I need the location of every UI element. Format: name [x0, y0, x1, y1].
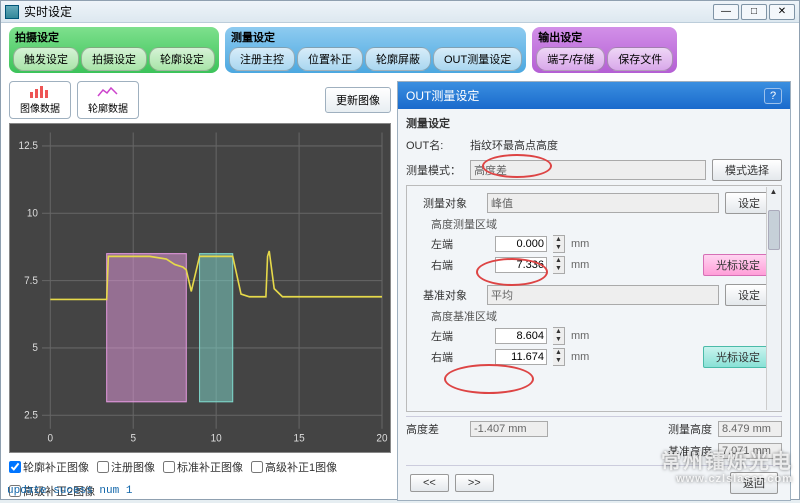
btn-image-data[interactable]: 图像数据	[9, 81, 71, 119]
btn-reg-master[interactable]: 注册主控	[229, 47, 295, 71]
help-button[interactable]: ?	[764, 88, 782, 104]
unit: mm	[571, 259, 589, 271]
mode-select-button[interactable]: 模式选择	[712, 159, 782, 181]
status-text: update sucess num 1	[7, 485, 132, 497]
chart-area: 2.5 5 7.5 10 12.5 0 5 10 15 20	[9, 123, 391, 453]
ribbon-title-output: 输出设定	[532, 29, 677, 47]
btn-profile-data[interactable]: 轮廓数据	[77, 81, 139, 119]
target-value: 峰值	[487, 193, 719, 213]
spin[interactable]: ▲▼	[553, 235, 565, 253]
ribbon-group-capture: 拍摄设定 触发设定 拍摄设定 轮廓设定	[9, 27, 219, 73]
diff-value: -1.407 mm	[470, 421, 548, 437]
unit: mm	[571, 238, 589, 250]
meas-set-label: 测量设定	[406, 115, 782, 131]
linechart-icon	[97, 85, 119, 99]
btn-save-file[interactable]: 保存文件	[607, 47, 673, 71]
target-area-label: 高度测量区域	[431, 216, 497, 232]
spin[interactable]: ▲▼	[553, 327, 565, 345]
section-title-text: OUT测量设定	[406, 87, 479, 104]
close-button[interactable]: ✕	[769, 4, 795, 20]
maximize-button[interactable]: □	[741, 4, 767, 20]
base-left-input[interactable]	[495, 328, 547, 344]
svg-text:5: 5	[32, 343, 38, 354]
btn-image-data-label: 图像数据	[20, 100, 60, 115]
cursor-set-pink[interactable]: 光标设定	[703, 254, 773, 276]
target-label: 测量对象	[423, 195, 481, 211]
svg-text:10: 10	[211, 433, 222, 444]
btn-out-measure[interactable]: OUT测量设定	[433, 47, 522, 71]
titlebar: 实时设定 — □ ✕	[1, 1, 799, 23]
target-left-input[interactable]	[495, 236, 547, 252]
window-title: 实时设定	[24, 3, 72, 20]
mode-label: 测量模式：	[406, 162, 464, 178]
section-title: OUT测量设定 ?	[398, 82, 790, 109]
next-button[interactable]: >>	[455, 474, 494, 492]
target-left-lbl: 左端	[431, 236, 489, 252]
chk-reg-image[interactable]: 注册图像	[97, 459, 155, 475]
base-area-label: 高度基准区域	[431, 308, 497, 324]
app-icon	[5, 5, 19, 19]
btn-capture-set[interactable]: 拍摄设定	[81, 47, 147, 71]
ribbon-title-capture: 拍摄设定	[9, 29, 219, 47]
base-left-lbl: 左端	[431, 328, 489, 344]
btn-profile-set[interactable]: 轮廓设定	[149, 47, 215, 71]
svg-text:15: 15	[294, 433, 305, 444]
prev-button[interactable]: <<	[410, 474, 449, 492]
btn-profile-mask[interactable]: 轮廓屏蔽	[365, 47, 431, 71]
chk-std-correct[interactable]: 标准补正图像	[163, 459, 243, 475]
spin[interactable]: ▲▼	[553, 348, 565, 366]
meas-h-label: 测量高度	[668, 421, 712, 437]
base-value: 平均	[487, 285, 719, 305]
svg-text:20: 20	[376, 433, 387, 444]
base-h-label: 基准高度	[668, 443, 712, 459]
back-button[interactable]: 返回	[730, 472, 778, 494]
diff-label: 高度差	[406, 421, 464, 437]
minimize-button[interactable]: —	[713, 4, 739, 20]
spin[interactable]: ▲▼	[553, 256, 565, 274]
chk-adv1[interactable]: 高级补正1图像	[251, 459, 337, 475]
btn-terminal[interactable]: 端子/存储	[536, 47, 605, 71]
base-h-value: 7.071 mm	[718, 443, 782, 459]
mode-value: 高度差	[470, 160, 706, 180]
btn-profile-data-label: 轮廓数据	[88, 100, 128, 115]
out-name-value: 指纹环最高点高度	[470, 137, 558, 153]
meas-h-value: 8.479 mm	[718, 421, 782, 437]
chk-profile-correct[interactable]: 轮廓补正图像	[9, 459, 89, 475]
svg-text:5: 5	[130, 433, 136, 444]
ribbon-title-measure: 测量设定	[225, 29, 526, 47]
svg-text:0: 0	[48, 433, 54, 444]
ribbon-group-measure: 测量设定 注册主控 位置补正 轮廓屏蔽 OUT测量设定	[225, 27, 526, 73]
out-name-label: OUT名:	[406, 137, 464, 153]
target-right-lbl: 右端	[431, 257, 489, 273]
svg-text:12.5: 12.5	[19, 141, 39, 152]
btn-update-image[interactable]: 更新图像	[325, 87, 391, 113]
btn-trigger-set[interactable]: 触发设定	[13, 47, 79, 71]
params-scroll: 测量对象 峰值 设定 高度测量区域 左端 ▲▼ mm 右端 ▲▼	[406, 185, 782, 412]
barchart-icon	[29, 85, 51, 99]
unit: mm	[571, 351, 589, 363]
svg-text:2.5: 2.5	[24, 410, 38, 421]
cursor-set-aqua[interactable]: 光标设定	[703, 346, 773, 368]
ribbon-group-output: 输出设定 端子/存储 保存文件	[532, 27, 677, 73]
base-right-lbl: 右端	[431, 349, 489, 365]
btn-pos-correct[interactable]: 位置补正	[297, 47, 363, 71]
unit: mm	[571, 330, 589, 342]
svg-text:10: 10	[27, 208, 38, 219]
base-label: 基准对象	[423, 287, 481, 303]
base-right-input[interactable]	[495, 349, 547, 365]
svg-text:7.5: 7.5	[24, 276, 38, 287]
scrollbar[interactable]: ▲	[766, 187, 780, 410]
target-right-input[interactable]	[495, 257, 547, 273]
